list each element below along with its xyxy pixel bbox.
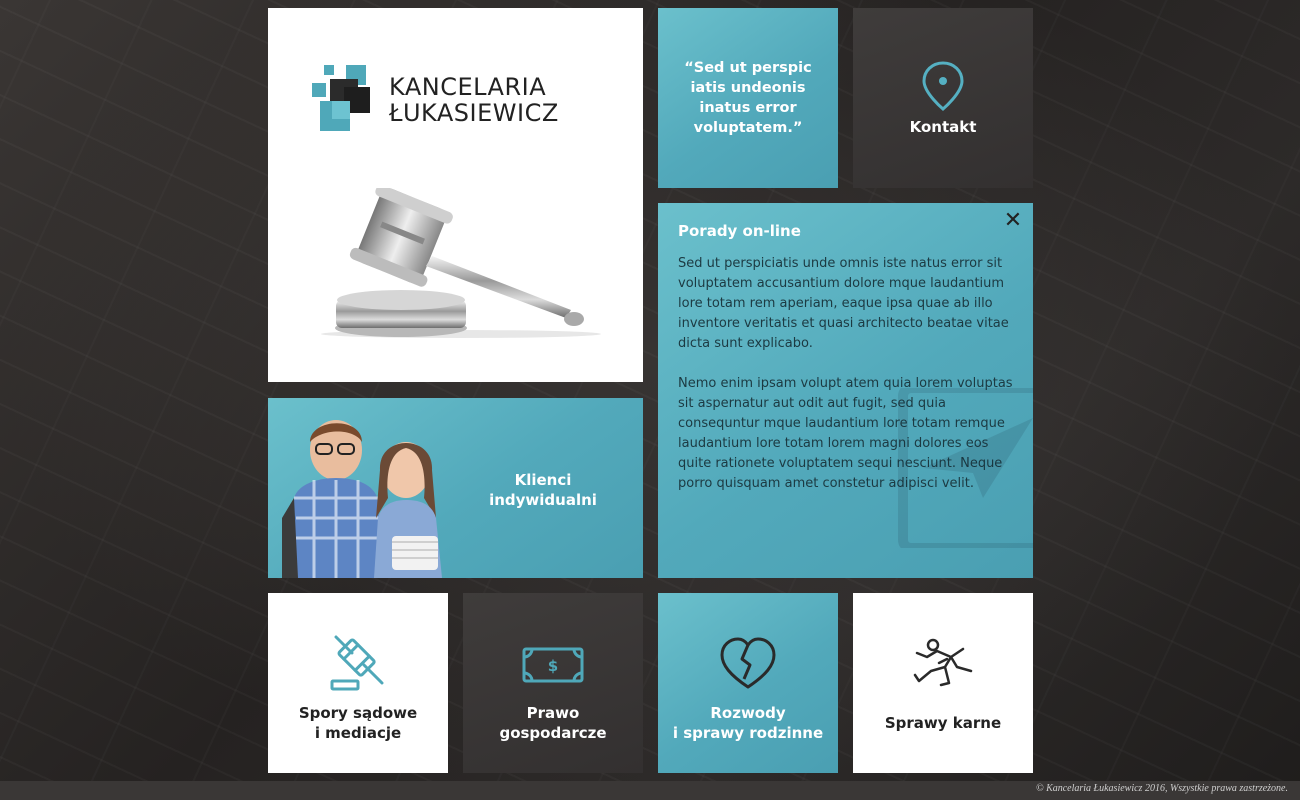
copyright-text: © Kancelaria Łukasiewicz 2016, Wszystkie… — [1035, 783, 1288, 794]
porady-paragraph-1: Sed ut perspiciatis unde omnis iste natu… — [678, 256, 1009, 351]
footer: © Kancelaria Łukasiewicz 2016, Wszystkie… — [0, 781, 1300, 800]
kontakt-label: Kontakt — [909, 118, 977, 136]
karne-tile[interactable]: Sprawy karne — [853, 593, 1033, 773]
klienci-label-line1: Klienci — [514, 471, 572, 489]
brand-name-line1: KANCELARIA — [389, 73, 547, 101]
klienci-label-line2: indywidualni — [489, 491, 597, 509]
brand-name-line2: ŁUKASIEWICZ — [389, 99, 559, 127]
klienci-label: Klienci indywidualni — [473, 470, 613, 510]
porady-title: Porady on-line — [678, 222, 801, 240]
spory-tile[interactable]: Spory sądowe i mediacje — [268, 593, 448, 773]
gavel-image — [321, 188, 601, 338]
gavel-icon — [330, 635, 384, 691]
crime-scene-icon — [913, 638, 973, 687]
banknote-icon: $ — [522, 647, 584, 683]
kontakt-tile[interactable]: Kontakt — [853, 8, 1033, 188]
prawo-label-line2: gospodarcze — [499, 724, 607, 742]
rozwody-label-line1: Rozwody — [710, 704, 786, 722]
prawo-label: Prawo gospodarcze — [463, 703, 643, 743]
prawo-tile[interactable]: $ Prawo gospodarcze — [463, 593, 643, 773]
logo-tile[interactable]: KANCELARIA ŁUKASIEWICZ — [268, 8, 643, 382]
spory-label-line1: Spory sądowe — [298, 704, 418, 722]
karne-label: Sprawy karne — [884, 714, 1002, 732]
close-icon[interactable]: ✕ — [1003, 210, 1023, 232]
quote-text: “Sed ut perspic iatis undeonis inatus er… — [684, 60, 812, 136]
porady-panel: ✕ Porady on-line Sed ut perspiciatis und… — [658, 203, 1033, 578]
background-pattern — [0, 0, 1300, 800]
broken-heart-icon — [720, 637, 776, 689]
rozwody-label: Rozwody i sprawy rodzinne — [658, 703, 838, 743]
spory-label-line2: i mediacje — [314, 724, 402, 742]
klienci-tile[interactable]: Klienci indywidualni — [268, 398, 643, 578]
rozwody-tile[interactable]: Rozwody i sprawy rodzinne — [658, 593, 838, 773]
prawo-label-line1: Prawo — [526, 704, 580, 722]
logo-mark-icon — [312, 65, 370, 131]
brand-name: KANCELARIA ŁUKASIEWICZ — [389, 74, 559, 126]
paper-plane-watermark-icon — [898, 388, 1033, 548]
quote-tile: “Sed ut perspic iatis undeonis inatus er… — [658, 8, 838, 188]
svg-text:$: $ — [548, 657, 558, 675]
spory-label: Spory sądowe i mediacje — [268, 703, 448, 743]
children-photo — [282, 420, 442, 578]
map-pin-icon — [922, 61, 964, 111]
rozwody-label-line2: i sprawy rodzinne — [672, 724, 824, 742]
